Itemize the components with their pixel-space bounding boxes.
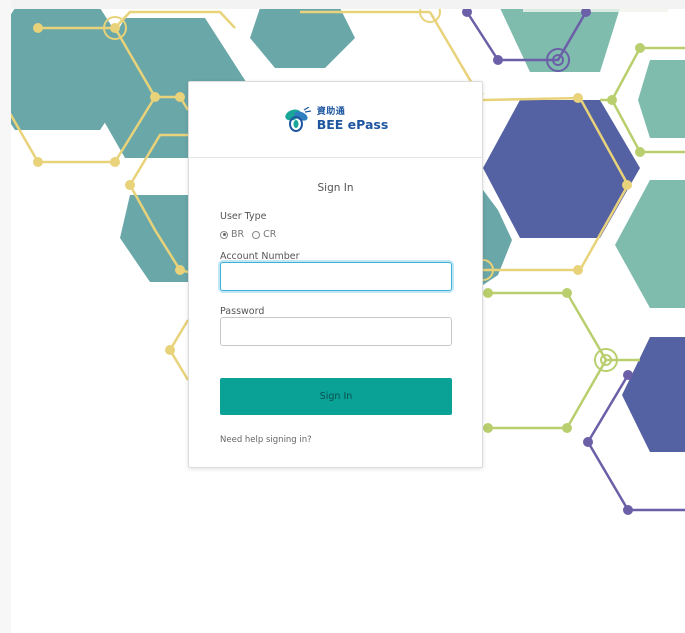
light-teal-hexagon [638, 60, 685, 138]
teal-hexagon [250, 8, 355, 68]
help-signing-in-link[interactable]: Need help signing in? [220, 435, 312, 445]
user-type-radio-group: BR CR [220, 229, 276, 240]
top-edge [0, 0, 685, 9]
user-type-br-radio[interactable]: BR [220, 229, 244, 240]
light-teal-hexagon [500, 8, 620, 72]
navy-hexagon [483, 100, 640, 238]
account-number-label: Account Number [220, 251, 300, 262]
bee-epass-logo: 資助通 BEE ePass [283, 106, 389, 133]
bee-icon [284, 106, 311, 132]
password-input[interactable] [220, 317, 452, 346]
radio-unselected-icon [252, 230, 261, 239]
password-label: Password [220, 306, 265, 317]
radio-label-br: BR [231, 229, 245, 240]
account-number-input[interactable] [220, 262, 452, 291]
brand-name: BEE ePass [316, 116, 389, 132]
card-header: 資助通 BEE ePass [189, 82, 482, 158]
sign-in-card: 資助通 BEE ePass Sign In User Type BR CR Ac… [188, 81, 483, 468]
sign-in-button[interactable]: Sign In [220, 378, 452, 415]
navy-hexagon [622, 337, 685, 452]
brand-name-chinese: 資助通 [316, 106, 346, 117]
radio-label-cr: CR [263, 229, 277, 240]
left-edge [0, 0, 11, 633]
user-type-cr-radio[interactable]: CR [252, 229, 276, 240]
radio-selected-icon [220, 230, 228, 239]
light-teal-hexagon [615, 180, 685, 308]
user-type-label: User Type [220, 211, 267, 222]
